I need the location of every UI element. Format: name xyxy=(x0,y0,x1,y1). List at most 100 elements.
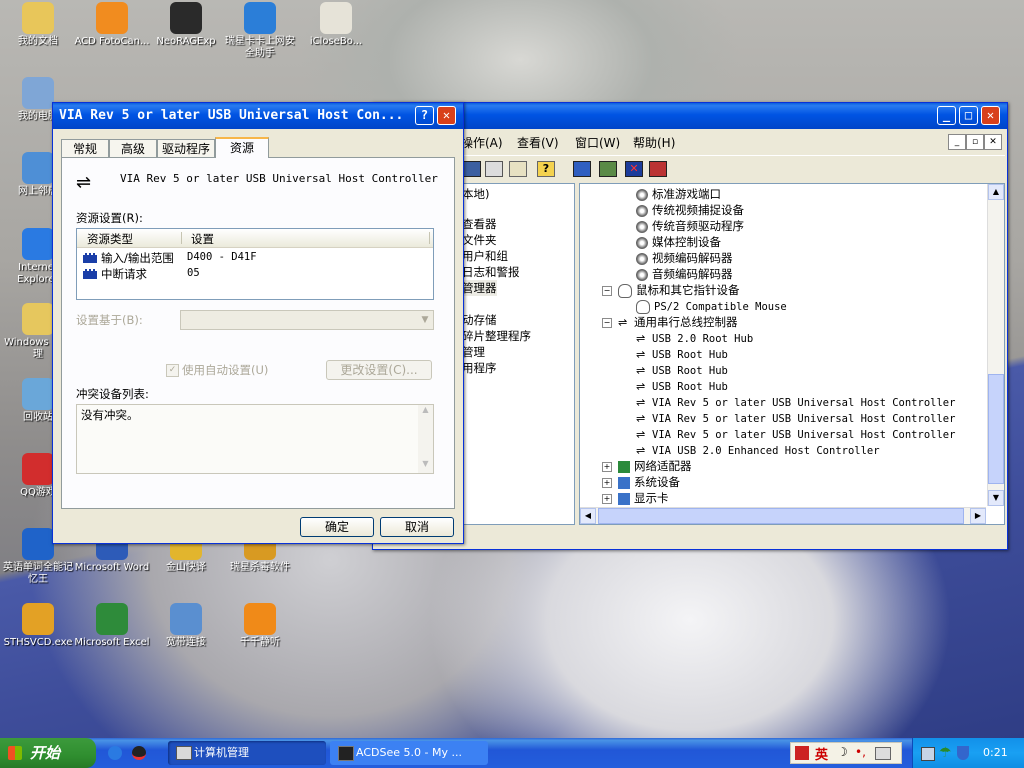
device-tree-item[interactable]: PS/2 Compatible Mouse xyxy=(636,298,787,314)
help-button[interactable]: ? xyxy=(415,106,434,125)
device-tree-item[interactable]: − ⇌ 通用串行总线控制器 xyxy=(602,314,738,330)
desktop-icon[interactable]: 我的文档 xyxy=(0,2,76,48)
conflict-list[interactable]: 没有冲突。 ▲ ▼ xyxy=(76,404,434,474)
start-button[interactable]: 开始 xyxy=(0,738,96,768)
resource-list[interactable]: 资源类型 设置 输入/输出范围 D400 - D41F 中断请求 05 xyxy=(76,228,434,300)
expand-icon[interactable]: + xyxy=(602,461,612,472)
qq-quicklaunch-icon[interactable] xyxy=(132,746,146,760)
update-driver-icon[interactable] xyxy=(599,161,617,177)
device-tree-item[interactable]: ⇌ VIA Rev 5 or later USB Universal Host C… xyxy=(636,410,955,426)
device-tree-item[interactable]: ⇌ USB Root Hub xyxy=(636,378,728,394)
horizontal-scrollbar[interactable]: ◀ ▶ xyxy=(580,507,986,524)
tab-general[interactable]: 常规 xyxy=(61,139,109,157)
ie-quicklaunch-icon[interactable] xyxy=(108,746,122,760)
device-tree-item[interactable]: 标准游戏端口 xyxy=(636,186,721,202)
checkbox-box[interactable]: ✓ xyxy=(166,364,179,377)
help-icon[interactable]: ? xyxy=(537,161,555,177)
print-icon[interactable] xyxy=(485,161,503,177)
expand-icon[interactable]: + xyxy=(602,477,612,488)
resource-row[interactable]: 输入/输出范围 D400 - D41F xyxy=(83,250,423,266)
menu-help[interactable]: 帮助(H) xyxy=(633,134,675,151)
collapse-icon[interactable]: − xyxy=(602,317,612,328)
device-tree-label: VIA Rev 5 or later USB Universal Host Co… xyxy=(652,429,956,441)
device-tree-item[interactable]: ⇌ USB 2.0 Root Hub xyxy=(636,330,753,346)
device-tree-item[interactable]: 传统视频捕捉设备 xyxy=(636,202,744,218)
punctuation-icon[interactable]: •, xyxy=(855,745,866,759)
uninstall-icon[interactable] xyxy=(649,161,667,177)
left-tree-item[interactable]: 本地) xyxy=(462,186,490,202)
ime-bar[interactable]: 英 ☽ •, xyxy=(790,742,902,764)
left-tree-item[interactable]: 管理器 xyxy=(462,280,497,296)
cancel-button[interactable]: 取消 xyxy=(380,517,454,537)
desktop-icon[interactable]: 瑞星卡卡上网安全助手 xyxy=(222,2,298,60)
device-tree-item[interactable]: 媒体控制设备 xyxy=(636,234,721,250)
tab-resources[interactable]: 资源 xyxy=(215,137,269,158)
desktop-icon[interactable]: 千千静听 xyxy=(222,603,298,649)
close-button[interactable]: ✕ xyxy=(437,106,456,125)
child-window-controls[interactable]: _ ▫ ✕ xyxy=(948,134,1002,150)
device-tree-label: VIA Rev 5 or later USB Universal Host Co… xyxy=(652,413,956,425)
moon-icon[interactable]: ☽ xyxy=(837,745,848,759)
menu-view[interactable]: 查看(V) xyxy=(517,134,559,151)
column-setting[interactable]: 设置 xyxy=(191,231,214,247)
scan-hardware-icon[interactable] xyxy=(573,161,591,177)
left-tree-item[interactable]: 日志和警报 xyxy=(462,264,520,280)
disable-icon[interactable]: ✕ xyxy=(625,161,643,177)
horizontal-scroll-thumb[interactable] xyxy=(598,508,964,524)
left-tree-item[interactable]: 用户和组 xyxy=(462,248,508,264)
device-tree-item[interactable]: 音频编码解码器 xyxy=(636,266,733,282)
resource-type: 中断请求 xyxy=(101,267,147,281)
left-tree-item[interactable]: 碎片整理程序 xyxy=(462,328,531,344)
column-resource-type[interactable]: 资源类型 xyxy=(87,231,133,247)
tab-advanced[interactable]: 高级 xyxy=(109,139,157,157)
device-tree-item[interactable]: 视频编码解码器 xyxy=(636,250,733,266)
maximize-button[interactable]: □ xyxy=(959,106,978,125)
shield-tray-icon[interactable] xyxy=(957,746,969,760)
device-tree-item[interactable]: + 系统设备 xyxy=(602,474,680,490)
vertical-scrollbar[interactable]: ▲ ▼ xyxy=(987,184,1004,506)
device-tree-item[interactable]: ⇌ VIA USB 2.0 Enhanced Host Controller xyxy=(636,442,880,458)
expand-icon[interactable]: + xyxy=(602,493,612,504)
device-tree-item[interactable]: + 网络适配器 xyxy=(602,458,692,474)
task-acdsee[interactable]: ACDSee 5.0 - My ... xyxy=(330,741,488,765)
device-tree-item[interactable]: ⇌ USB Root Hub xyxy=(636,346,728,362)
change-settings-button[interactable]: 更改设置(C)... xyxy=(326,360,432,380)
left-tree-item[interactable]: 动存储 xyxy=(462,312,497,328)
export-icon[interactable] xyxy=(509,161,527,177)
menu-window[interactable]: 窗口(W) xyxy=(575,134,620,151)
ime-language[interactable]: 英 xyxy=(815,744,828,763)
desktop-icon[interactable]: 宽带连接 xyxy=(148,603,224,649)
left-tree-item[interactable]: 文件夹 xyxy=(462,232,497,248)
device-tree-item[interactable]: ⇌ VIA Rev 5 or later USB Universal Host C… xyxy=(636,426,955,442)
desktop-icon[interactable]: NeoRAGExp xyxy=(148,2,224,48)
desktop-icon[interactable]: ACD FotoCan... xyxy=(74,2,150,48)
properties-icon[interactable] xyxy=(463,161,481,177)
resource-row[interactable]: 中断请求 05 xyxy=(83,266,423,282)
device-tree-item[interactable]: ⇌ USB Root Hub xyxy=(636,362,728,378)
left-tree-item[interactable]: 查看器 xyxy=(462,216,497,232)
ok-button[interactable]: 确定 xyxy=(300,517,374,537)
left-tree-item[interactable]: 用程序 xyxy=(462,360,497,376)
device-tree-item[interactable]: ⇌ VIA Rev 5 or later USB Universal Host C… xyxy=(636,394,955,410)
desktop-icon[interactable]: iCloseBo... xyxy=(298,2,374,48)
desktop-icon[interactable]: STHSVCD.exe xyxy=(0,603,76,649)
device-tree-item[interactable]: + 显示卡 xyxy=(602,490,669,506)
task-computer-management[interactable]: 计算机管理 xyxy=(168,741,326,765)
minimize-button[interactable]: _ xyxy=(937,106,956,125)
menu-action[interactable]: 操作(A) xyxy=(461,134,503,151)
device-tree-item[interactable]: 传统音频驱动程序 xyxy=(636,218,744,234)
conflict-scrollbar[interactable]: ▲ ▼ xyxy=(418,405,433,473)
device-tree-item[interactable]: − 鼠标和其它指针设备 xyxy=(602,282,740,298)
usb-device-icon: ⇌ xyxy=(636,443,646,457)
umbrella-tray-icon[interactable]: ☂ xyxy=(939,745,952,761)
collapse-icon[interactable]: − xyxy=(602,285,612,296)
close-button[interactable]: ✕ xyxy=(981,106,1000,125)
keyboard-icon[interactable] xyxy=(875,747,891,760)
left-tree-item[interactable]: 管理 xyxy=(462,344,485,360)
vertical-scroll-thumb[interactable] xyxy=(988,374,1004,484)
network-tray-icon[interactable] xyxy=(921,747,935,761)
tab-driver[interactable]: 驱动程序 xyxy=(157,139,215,157)
based-on-select[interactable]: ▼ xyxy=(180,310,434,330)
desktop-icon[interactable]: Microsoft Excel xyxy=(74,603,150,649)
resource-chip-icon xyxy=(83,253,97,263)
